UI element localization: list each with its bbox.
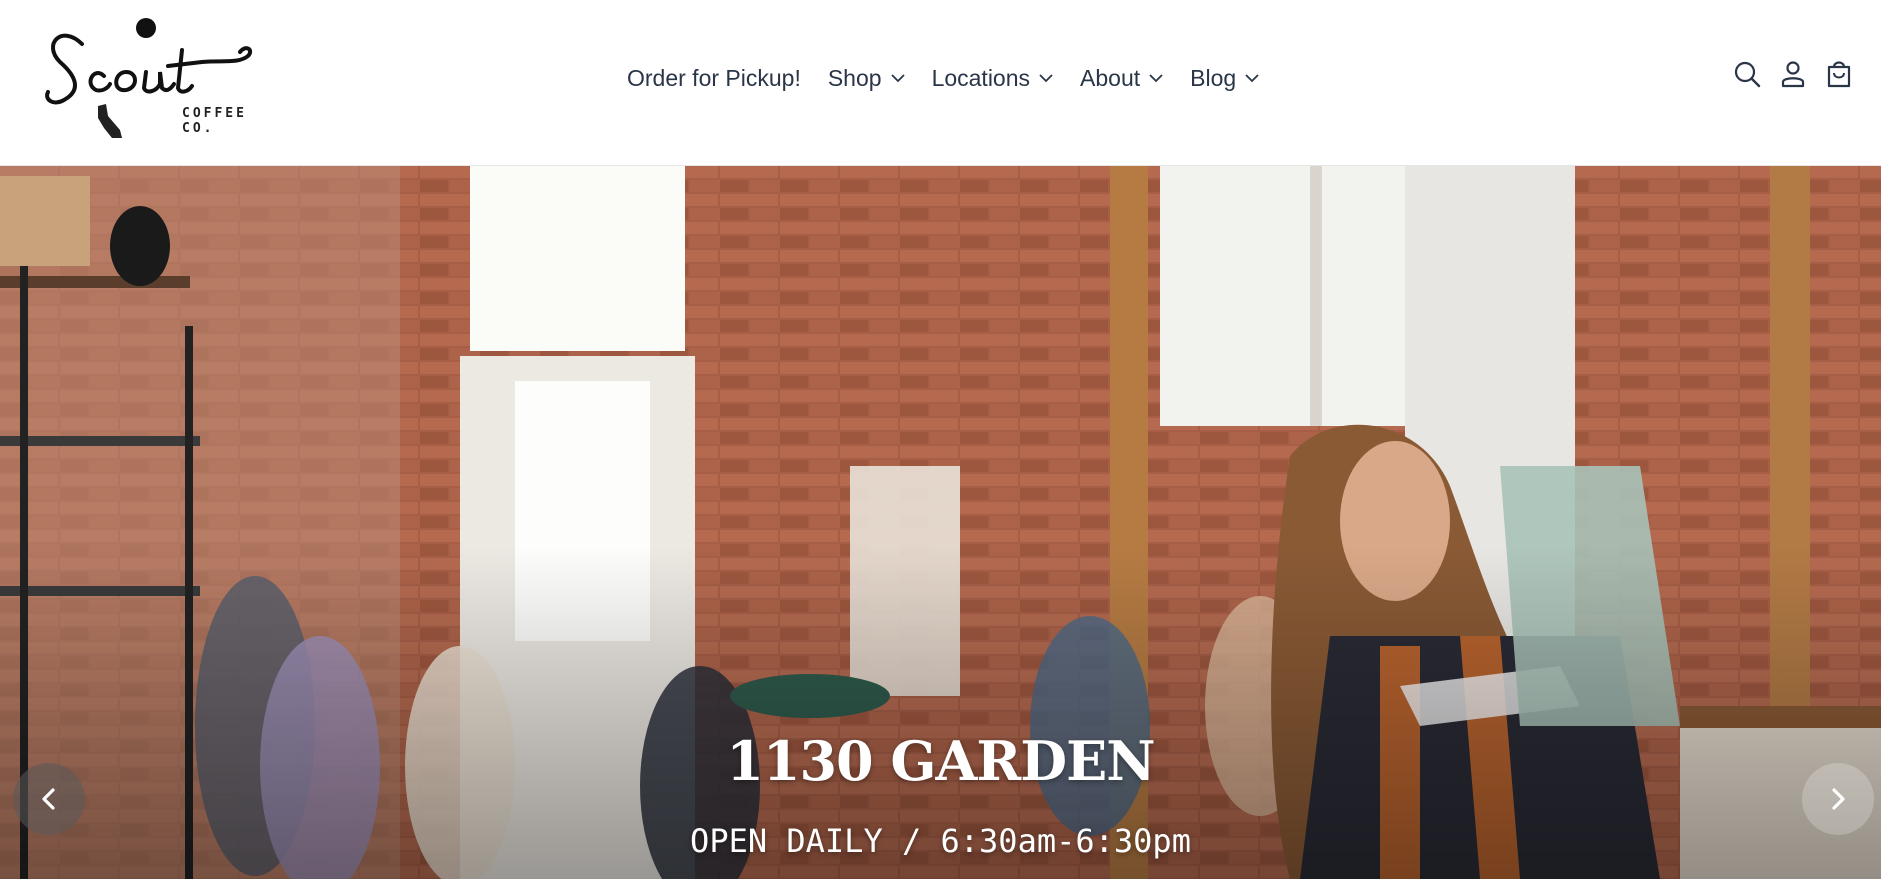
nav-item-about[interactable]: About <box>1080 65 1163 92</box>
chevron-right-icon <box>1832 788 1845 810</box>
logo-subtitle-line2: CO. <box>182 121 215 136</box>
chevron-down-icon <box>1149 73 1163 83</box>
nav-item-label: Shop <box>827 64 882 91</box>
chevron-down-icon <box>1245 73 1259 83</box>
hero-slideshow: 1130 GARDEN OPEN DAILY / 6:30am-6:30pm <box>0 166 1881 879</box>
hero-subtitle: OPEN DAILY / 6:30am-6:30pm <box>690 822 1191 860</box>
header-actions <box>1731 58 1855 90</box>
chevron-left-icon <box>42 788 55 810</box>
main-nav: Order for Pickup! Shop Locations About B… <box>627 58 1286 98</box>
cart-icon[interactable] <box>1823 58 1855 90</box>
chevron-down-icon <box>890 73 905 83</box>
logo-subtitle: COFFEE CO. <box>182 106 247 136</box>
nav-item-label: Blog <box>1190 64 1237 91</box>
nav-item-locations[interactable]: Locations <box>932 65 1053 92</box>
site-header: S COFFEE CO. Order for Pickup! Shop Loca… <box>0 0 1881 166</box>
nav-item-blog[interactable]: Blog <box>1190 65 1259 92</box>
slideshow-next-button[interactable] <box>1802 763 1874 835</box>
scout-coffee-logo[interactable]: S COFFEE CO. <box>42 14 262 144</box>
nav-item-order-for-pickup[interactable]: Order for Pickup! <box>627 65 801 92</box>
chevron-down-icon <box>1039 73 1053 83</box>
slideshow-prev-button[interactable] <box>13 763 85 835</box>
nav-item-label: Order for Pickup! <box>627 64 801 91</box>
logo-badge-letter: S <box>183 30 192 44</box>
hero-title: 1130 GARDEN <box>726 729 1155 793</box>
account-icon[interactable] <box>1777 58 1809 90</box>
nav-item-shop[interactable]: Shop <box>828 65 905 92</box>
nav-item-label: About <box>1080 64 1141 91</box>
search-icon[interactable] <box>1731 58 1763 90</box>
logo-subtitle-line1: COFFEE <box>182 106 247 121</box>
nav-item-label: Locations <box>931 64 1031 91</box>
